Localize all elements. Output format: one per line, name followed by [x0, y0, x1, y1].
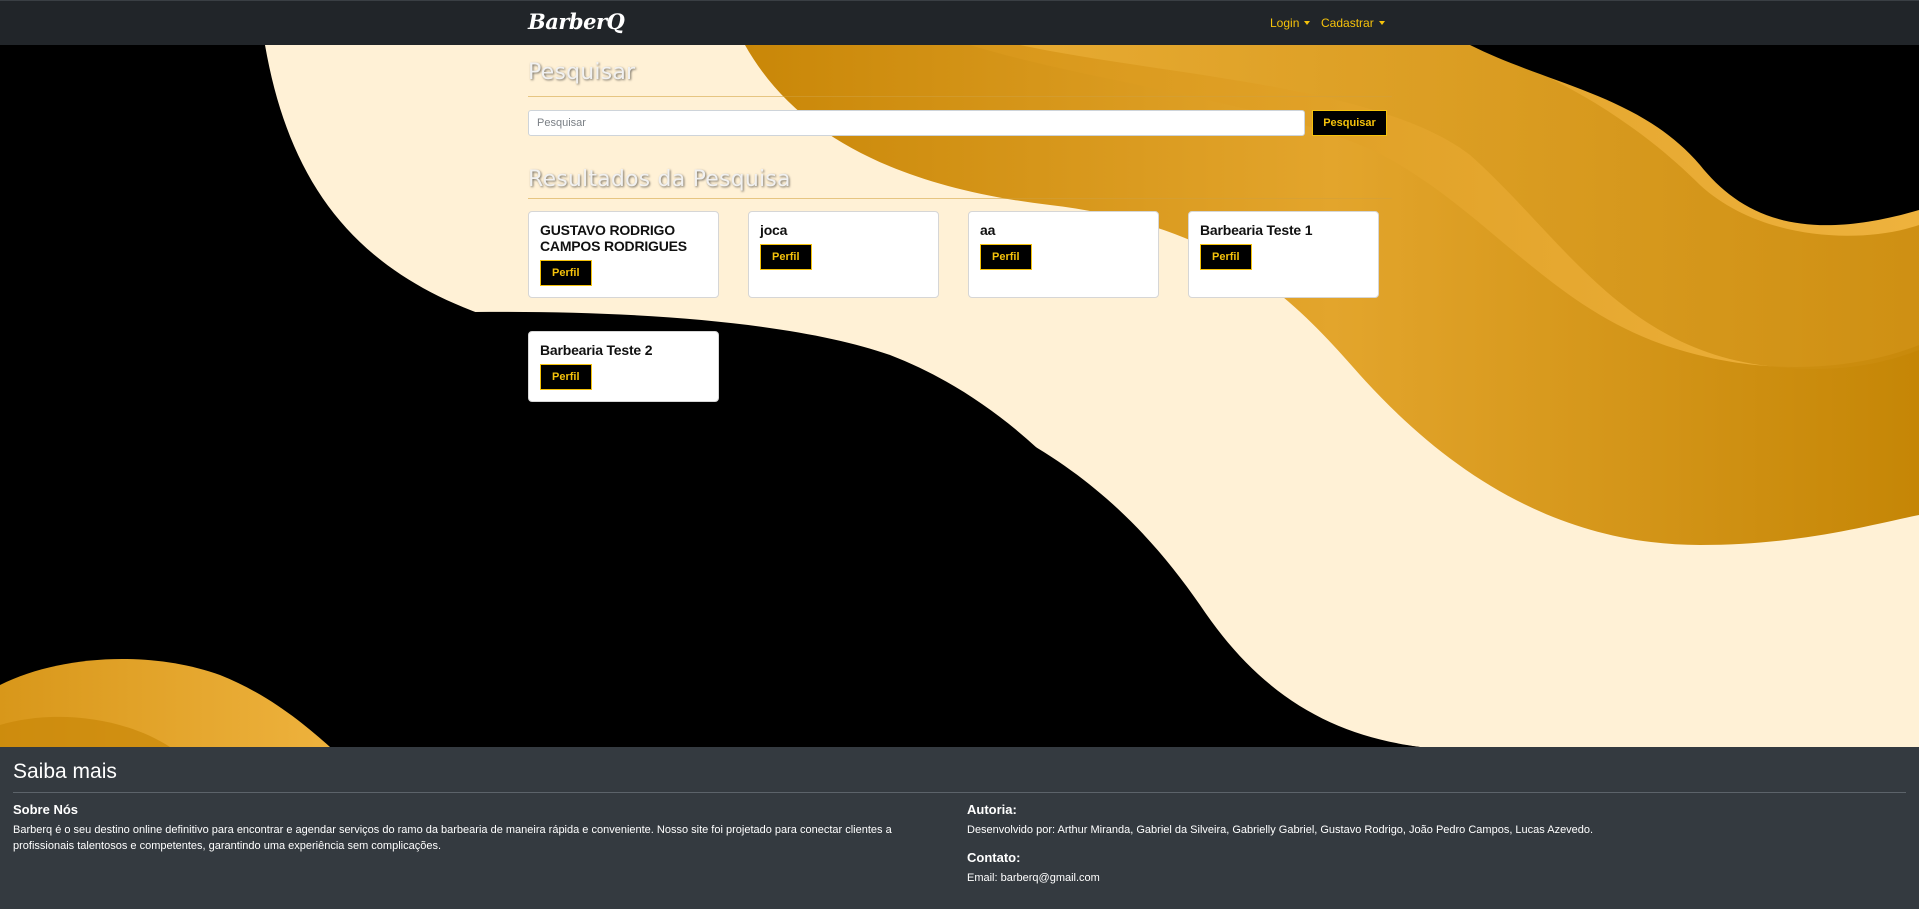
- navbar: BarberQ Login Cadastrar: [0, 0, 1919, 45]
- profile-button[interactable]: Perfil: [540, 260, 592, 286]
- authors-heading: Autoria:: [967, 802, 1017, 817]
- footer: Saiba mais Sobre Nós Barberq é o seu des…: [0, 747, 1919, 909]
- login-label: Login: [1270, 16, 1300, 30]
- profile-button[interactable]: Perfil: [540, 364, 592, 390]
- search-button[interactable]: Pesquisar: [1312, 110, 1387, 136]
- result-card: Barbearia Teste 1 Perfil: [1188, 211, 1379, 298]
- profile-button[interactable]: Perfil: [980, 244, 1032, 270]
- footer-title: Saiba mais: [13, 760, 117, 783]
- profile-button[interactable]: Perfil: [1200, 244, 1252, 270]
- about-text: Barberq é o seu destino online definitiv…: [13, 824, 892, 852]
- contact-heading: Contato:: [967, 850, 1021, 865]
- contact-email: Email: barberq@gmail.com: [967, 872, 1100, 884]
- results-divider: [528, 198, 1392, 199]
- chevron-down-icon: [1378, 21, 1385, 25]
- result-name: GUSTAVO RODRIGO CAMPOS RODRIGUES: [540, 222, 687, 254]
- search-input[interactable]: [528, 110, 1305, 136]
- result-card: aa Perfil: [968, 211, 1159, 298]
- result-name: Barbearia Teste 1: [1200, 222, 1313, 238]
- brand-logo[interactable]: BarberQ: [528, 9, 625, 34]
- background-waves: [0, 45, 1919, 747]
- result-name: aa: [980, 222, 996, 238]
- search-divider: [528, 96, 1392, 97]
- result-name: joca: [760, 222, 788, 238]
- results-heading: Resultados da Pesquisa: [528, 167, 791, 192]
- search-heading: Pesquisar: [528, 60, 636, 85]
- login-dropdown[interactable]: Login: [1270, 16, 1311, 30]
- footer-divider: [13, 792, 1906, 793]
- result-card: Barbearia Teste 2 Perfil: [528, 331, 719, 402]
- register-label: Cadastrar: [1321, 16, 1374, 30]
- authors-text: Desenvolvido por: Arthur Miranda, Gabrie…: [967, 824, 1594, 836]
- result-name: Barbearia Teste 2: [540, 342, 653, 358]
- chevron-down-icon: [1304, 21, 1311, 25]
- register-dropdown[interactable]: Cadastrar: [1321, 16, 1385, 30]
- result-card: GUSTAVO RODRIGO CAMPOS RODRIGUES Perfil: [528, 211, 719, 298]
- about-heading: Sobre Nós: [13, 802, 79, 817]
- result-card: joca Perfil: [748, 211, 939, 298]
- profile-button[interactable]: Perfil: [760, 244, 812, 270]
